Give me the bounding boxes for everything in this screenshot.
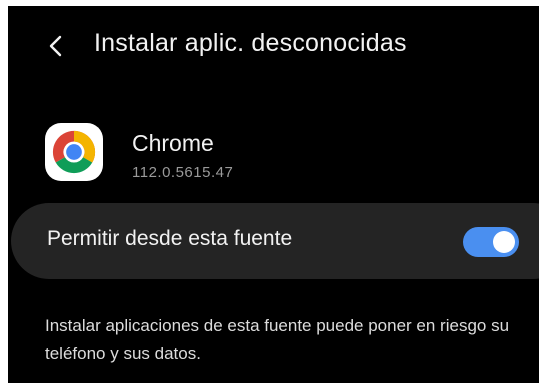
chrome-icon — [52, 130, 96, 174]
permit-source-toggle[interactable] — [463, 227, 519, 257]
security-warning-text: Instalar aplicaciones de esta fuente pue… — [45, 316, 510, 363]
app-bar: Instalar aplic. desconocidas — [8, 20, 539, 66]
permit-source-label: Permitir desde esta fuente — [47, 227, 293, 250]
app-version: 112.0.5615.47 — [132, 164, 234, 181]
app-name: Chrome — [132, 130, 214, 156]
app-info: Chrome 112.0.5615.47 — [8, 118, 539, 198]
toggle-knob — [493, 231, 515, 253]
settings-screen: Instalar aplic. desconocidas Chrome 112.… — [8, 6, 539, 383]
page-title: Instalar aplic. desconocidas — [94, 29, 407, 57]
back-button[interactable] — [38, 28, 74, 64]
permit-source-row[interactable]: Permitir desde esta fuente — [11, 203, 539, 279]
chevron-left-icon — [49, 35, 62, 57]
chrome-app-icon — [45, 123, 103, 181]
